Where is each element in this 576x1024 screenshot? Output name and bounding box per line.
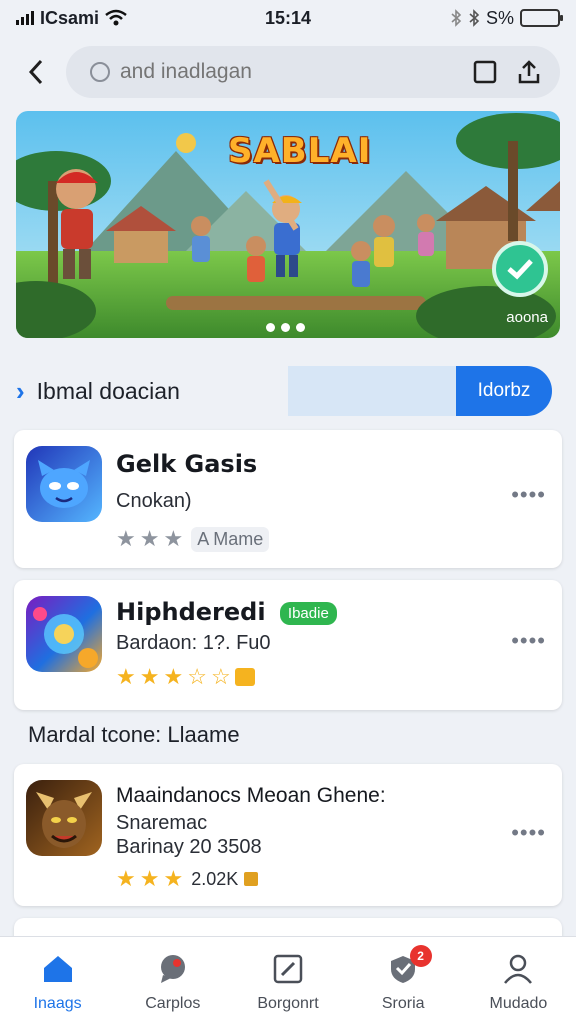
app-name: Hiphderedi Ibadie (116, 598, 337, 626)
square-icon (473, 60, 497, 84)
search-bar[interactable] (66, 46, 560, 98)
rating-label: 2.02K (191, 868, 239, 889)
banner-title: SABLAI (228, 131, 372, 171)
section-search-button[interactable]: Idorbz (456, 366, 552, 416)
nav-label: Inaags (33, 995, 82, 1012)
back-icon (28, 59, 43, 85)
home-icon (40, 951, 76, 987)
award-icon (244, 872, 259, 886)
nav-label: Mudado (489, 995, 548, 1012)
person-icon (500, 951, 536, 987)
app-name-text: Hiphderedi (116, 598, 266, 626)
carousel-dot[interactable] (266, 323, 275, 332)
more-options-button[interactable]: •••• (511, 820, 546, 846)
check-icon (507, 259, 533, 280)
battery-icon (520, 9, 563, 27)
star-icon: ★ (139, 866, 160, 891)
star-icon: ☆ (210, 664, 231, 689)
wifi-icon (105, 9, 127, 26)
app-card[interactable]: Maaindanocs Meoan Ghene: Snaremac Barina… (14, 764, 562, 906)
app-name: Gelk Gasis (116, 450, 258, 478)
carousel-dot[interactable] (281, 323, 290, 332)
status-left: ICsami (16, 8, 127, 29)
nav-item-home[interactable]: Inaags (0, 937, 115, 1024)
nav-label: Borgonrt (257, 995, 319, 1012)
nav-label: Sroria (381, 995, 425, 1012)
nav-item-shield[interactable]: 2 Sroria (346, 937, 461, 1024)
app-card[interactable]: Hiphderedi Ibadie Bardaon: 1?. Fu0 ★ ★ ★… (14, 580, 562, 710)
nav-item-chat[interactable]: Carplos (115, 937, 230, 1024)
star-icon: ★ (163, 664, 184, 689)
nav-item-edit[interactable]: Borgonrt (230, 937, 345, 1024)
app-tag: Ibadie (279, 601, 337, 625)
star-icon: ★ (163, 866, 184, 891)
nav-label: Carplos (145, 995, 201, 1012)
star-icon: ★ (116, 526, 136, 551)
bluetooth-icon (451, 9, 462, 27)
star-icon: ★ (163, 526, 184, 551)
rating: ★ ★ ★ ☆ ☆ (116, 664, 255, 690)
bottom-nav: Inaags Carplos Borgonrt 2 Sroria Mudado (0, 936, 576, 1024)
notification-badge: 2 (409, 945, 432, 967)
section-search: Idorbz (288, 366, 552, 416)
search-input[interactable] (120, 60, 458, 84)
chevron-right-icon: › (16, 375, 25, 406)
rating-label: A Mame (191, 526, 270, 552)
app-name: Maaindanocs Meoan Ghene: (116, 784, 386, 807)
battery-label: S% (485, 7, 514, 28)
carousel-dots[interactable] (266, 323, 305, 332)
status-bar: ICsami 15:14 S% (0, 0, 576, 36)
section-link-label: Ibmal doacian (36, 377, 180, 404)
section-link[interactable]: › Ibmal doacian (16, 376, 288, 407)
back-button[interactable] (16, 52, 56, 92)
app-icon (26, 780, 102, 856)
section-row: › Ibmal doacian Idorbz (16, 366, 560, 416)
beast-face-icon (36, 792, 92, 848)
section-search-input[interactable] (288, 366, 456, 416)
share-icon (518, 60, 540, 84)
star-icon: ★ (139, 526, 160, 551)
rating: ★ ★ ★ 2.02K (116, 866, 259, 892)
chat-icon (155, 951, 191, 987)
share-button[interactable] (512, 55, 546, 89)
status-right: S% (450, 7, 563, 29)
search-icon (90, 62, 110, 82)
app-icon (26, 446, 102, 522)
star-icon: ☆ (187, 664, 207, 689)
star-icon: ★ (116, 664, 136, 689)
carrier-label: ICsami (40, 7, 100, 28)
more-options-button[interactable]: •••• (511, 628, 546, 654)
signal-icon (16, 11, 34, 25)
rating: ★ ★ ★ A Mame (116, 526, 270, 552)
award-icon (234, 668, 255, 686)
star-icon: ★ (139, 664, 160, 689)
app-card[interactable]: Gelk Gasis Cnokan) ★ ★ ★ A Mame •••• (14, 430, 562, 568)
app-icon (26, 596, 102, 672)
tabs-button[interactable] (468, 55, 502, 89)
featured-banner[interactable]: SABLAI aoona (16, 111, 560, 338)
section-title: Mardal tcone: Llaame (28, 722, 240, 747)
top-bar (16, 46, 560, 98)
app-subtitle: Snaremac (116, 812, 208, 834)
bluetooth-icon (469, 9, 480, 27)
fantasy-orb-icon (33, 607, 98, 668)
more-options-button[interactable]: •••• (511, 482, 546, 508)
star-icon: ★ (116, 866, 136, 891)
verified-badge-icon (492, 241, 548, 297)
monster-face-icon (38, 460, 90, 508)
app-subtitle: Cnokan) (116, 490, 192, 512)
carousel-dot[interactable] (296, 323, 305, 332)
app-subtitle: Bardaon: 1?. Fu0 (116, 632, 271, 654)
app-detail: Barinay 20 3508 (116, 836, 262, 858)
banner-caption: aoona (506, 309, 548, 326)
nav-item-profile[interactable]: Mudado (461, 937, 576, 1024)
edit-icon (270, 951, 306, 987)
